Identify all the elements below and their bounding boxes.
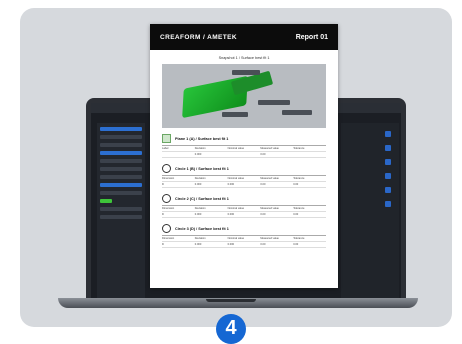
plane-icon xyxy=(162,134,171,143)
laptop-notch xyxy=(206,299,256,302)
report-section: Circle 1 (B) / Surface best fit 1 Dimensi… xyxy=(162,164,326,188)
table-cell: 0.00 xyxy=(293,213,299,216)
annotation-tag xyxy=(282,110,312,115)
section-header: Circle 1 (B) / Surface best fit 1 xyxy=(162,164,326,173)
table-cell: 0.00 xyxy=(293,183,299,186)
report-page: CREAFORM / AMETEK Report 01 Snapshot 1 /… xyxy=(150,24,338,288)
report-title: Report 01 xyxy=(295,33,328,41)
snapshot-viewport xyxy=(162,64,326,128)
column-header: Measured value xyxy=(260,207,279,210)
column-header: Tolerance xyxy=(293,147,305,150)
table-cell xyxy=(228,152,261,157)
brand-logo: CREAFORM / AMETEK xyxy=(160,33,237,41)
table-cell: 0.00 xyxy=(293,243,299,246)
column-header: Nominal value xyxy=(227,237,245,240)
table-row: D 0.000 0.000 0.00 0.00 xyxy=(162,242,326,248)
section-table: Dimension Deviation Nominal value Measured … xyxy=(162,175,326,188)
annotation-tag xyxy=(232,70,260,75)
column-header: Nominal value xyxy=(227,147,245,150)
circle-icon xyxy=(162,194,171,203)
table-row: 0.000 0.00 xyxy=(162,152,326,158)
section-header: Circle 2 (C) / Surface best fit 1 xyxy=(162,194,326,203)
table-cell: 0.000 xyxy=(194,183,202,186)
table-cell xyxy=(293,152,326,157)
section-title: Circle 1 (B) / Surface best fit 1 xyxy=(175,166,229,171)
table-cell: 0.000 xyxy=(227,243,235,246)
column-header: Tolerance xyxy=(293,237,305,240)
column-header: Measured value xyxy=(260,147,279,150)
table-row: D 0.000 0.000 0.00 0.00 xyxy=(162,182,326,188)
column-header: Label xyxy=(162,147,169,150)
table-cell: 0.00 xyxy=(260,153,266,156)
annotation-tag xyxy=(222,112,248,117)
report-section: Circle 2 (C) / Surface best fit 1 Dimensi… xyxy=(162,194,326,218)
table-cell: 0.000 xyxy=(227,183,235,186)
app-right-toolbar xyxy=(341,123,399,298)
section-title: Circle 2 (C) / Surface best fit 1 xyxy=(175,196,229,201)
column-header: Deviation xyxy=(194,147,206,150)
step-badge: 4 xyxy=(216,314,246,344)
column-header: Dimension xyxy=(162,207,175,210)
table-cell: 0.00 xyxy=(260,183,266,186)
section-table: Label Deviation Nominal value Measured valu… xyxy=(162,145,326,158)
column-header: Deviation xyxy=(194,237,206,240)
column-header: Tolerance xyxy=(293,177,305,180)
table-row: D 0.000 0.000 0.00 0.00 xyxy=(162,212,326,218)
table-cell: D xyxy=(162,183,164,186)
report-header: CREAFORM / AMETEK Report 01 xyxy=(150,24,338,50)
snapshot-caption: Snapshot 1 / Surface best fit 1 xyxy=(218,56,270,60)
circle-icon xyxy=(162,224,171,233)
table-cell xyxy=(162,152,195,157)
section-header: Circle 3 (D) / Surface best fit 1 xyxy=(162,224,326,233)
table-cell: D xyxy=(162,243,164,246)
app-left-panel xyxy=(97,123,145,298)
report-section: Plane 1 (A) / Surface best fit 1 Label Dev… xyxy=(162,134,326,158)
column-header: Nominal value xyxy=(227,177,245,180)
column-header: Measured value xyxy=(260,177,279,180)
column-header: Tolerance xyxy=(293,207,305,210)
column-header: Deviation xyxy=(194,177,206,180)
column-header: Dimension xyxy=(162,237,175,240)
circle-icon xyxy=(162,164,171,173)
table-cell: D xyxy=(162,213,164,216)
table-cell: 0.000 xyxy=(194,243,202,246)
table-cell: 0.000 xyxy=(227,213,235,216)
report-section: Circle 3 (D) / Surface best fit 1 Dimensi… xyxy=(162,224,326,248)
section-table: Dimension Deviation Nominal value Measured … xyxy=(162,205,326,218)
table-cell: 0.00 xyxy=(260,213,266,216)
annotation-tag xyxy=(258,100,290,105)
table-cell: 0.00 xyxy=(260,243,266,246)
column-header: Dimension xyxy=(162,177,175,180)
section-table: Dimension Deviation Nominal value Measured … xyxy=(162,235,326,248)
section-title: Plane 1 (A) / Surface best fit 1 xyxy=(175,136,229,141)
section-header: Plane 1 (A) / Surface best fit 1 xyxy=(162,134,326,143)
table-cell: 0.000 xyxy=(194,153,202,156)
table-cell: 0.000 xyxy=(194,213,202,216)
column-header: Measured value xyxy=(260,237,279,240)
section-title: Circle 3 (D) / Surface best fit 1 xyxy=(175,226,229,231)
column-header: Nominal value xyxy=(227,207,245,210)
column-header: Deviation xyxy=(194,207,206,210)
